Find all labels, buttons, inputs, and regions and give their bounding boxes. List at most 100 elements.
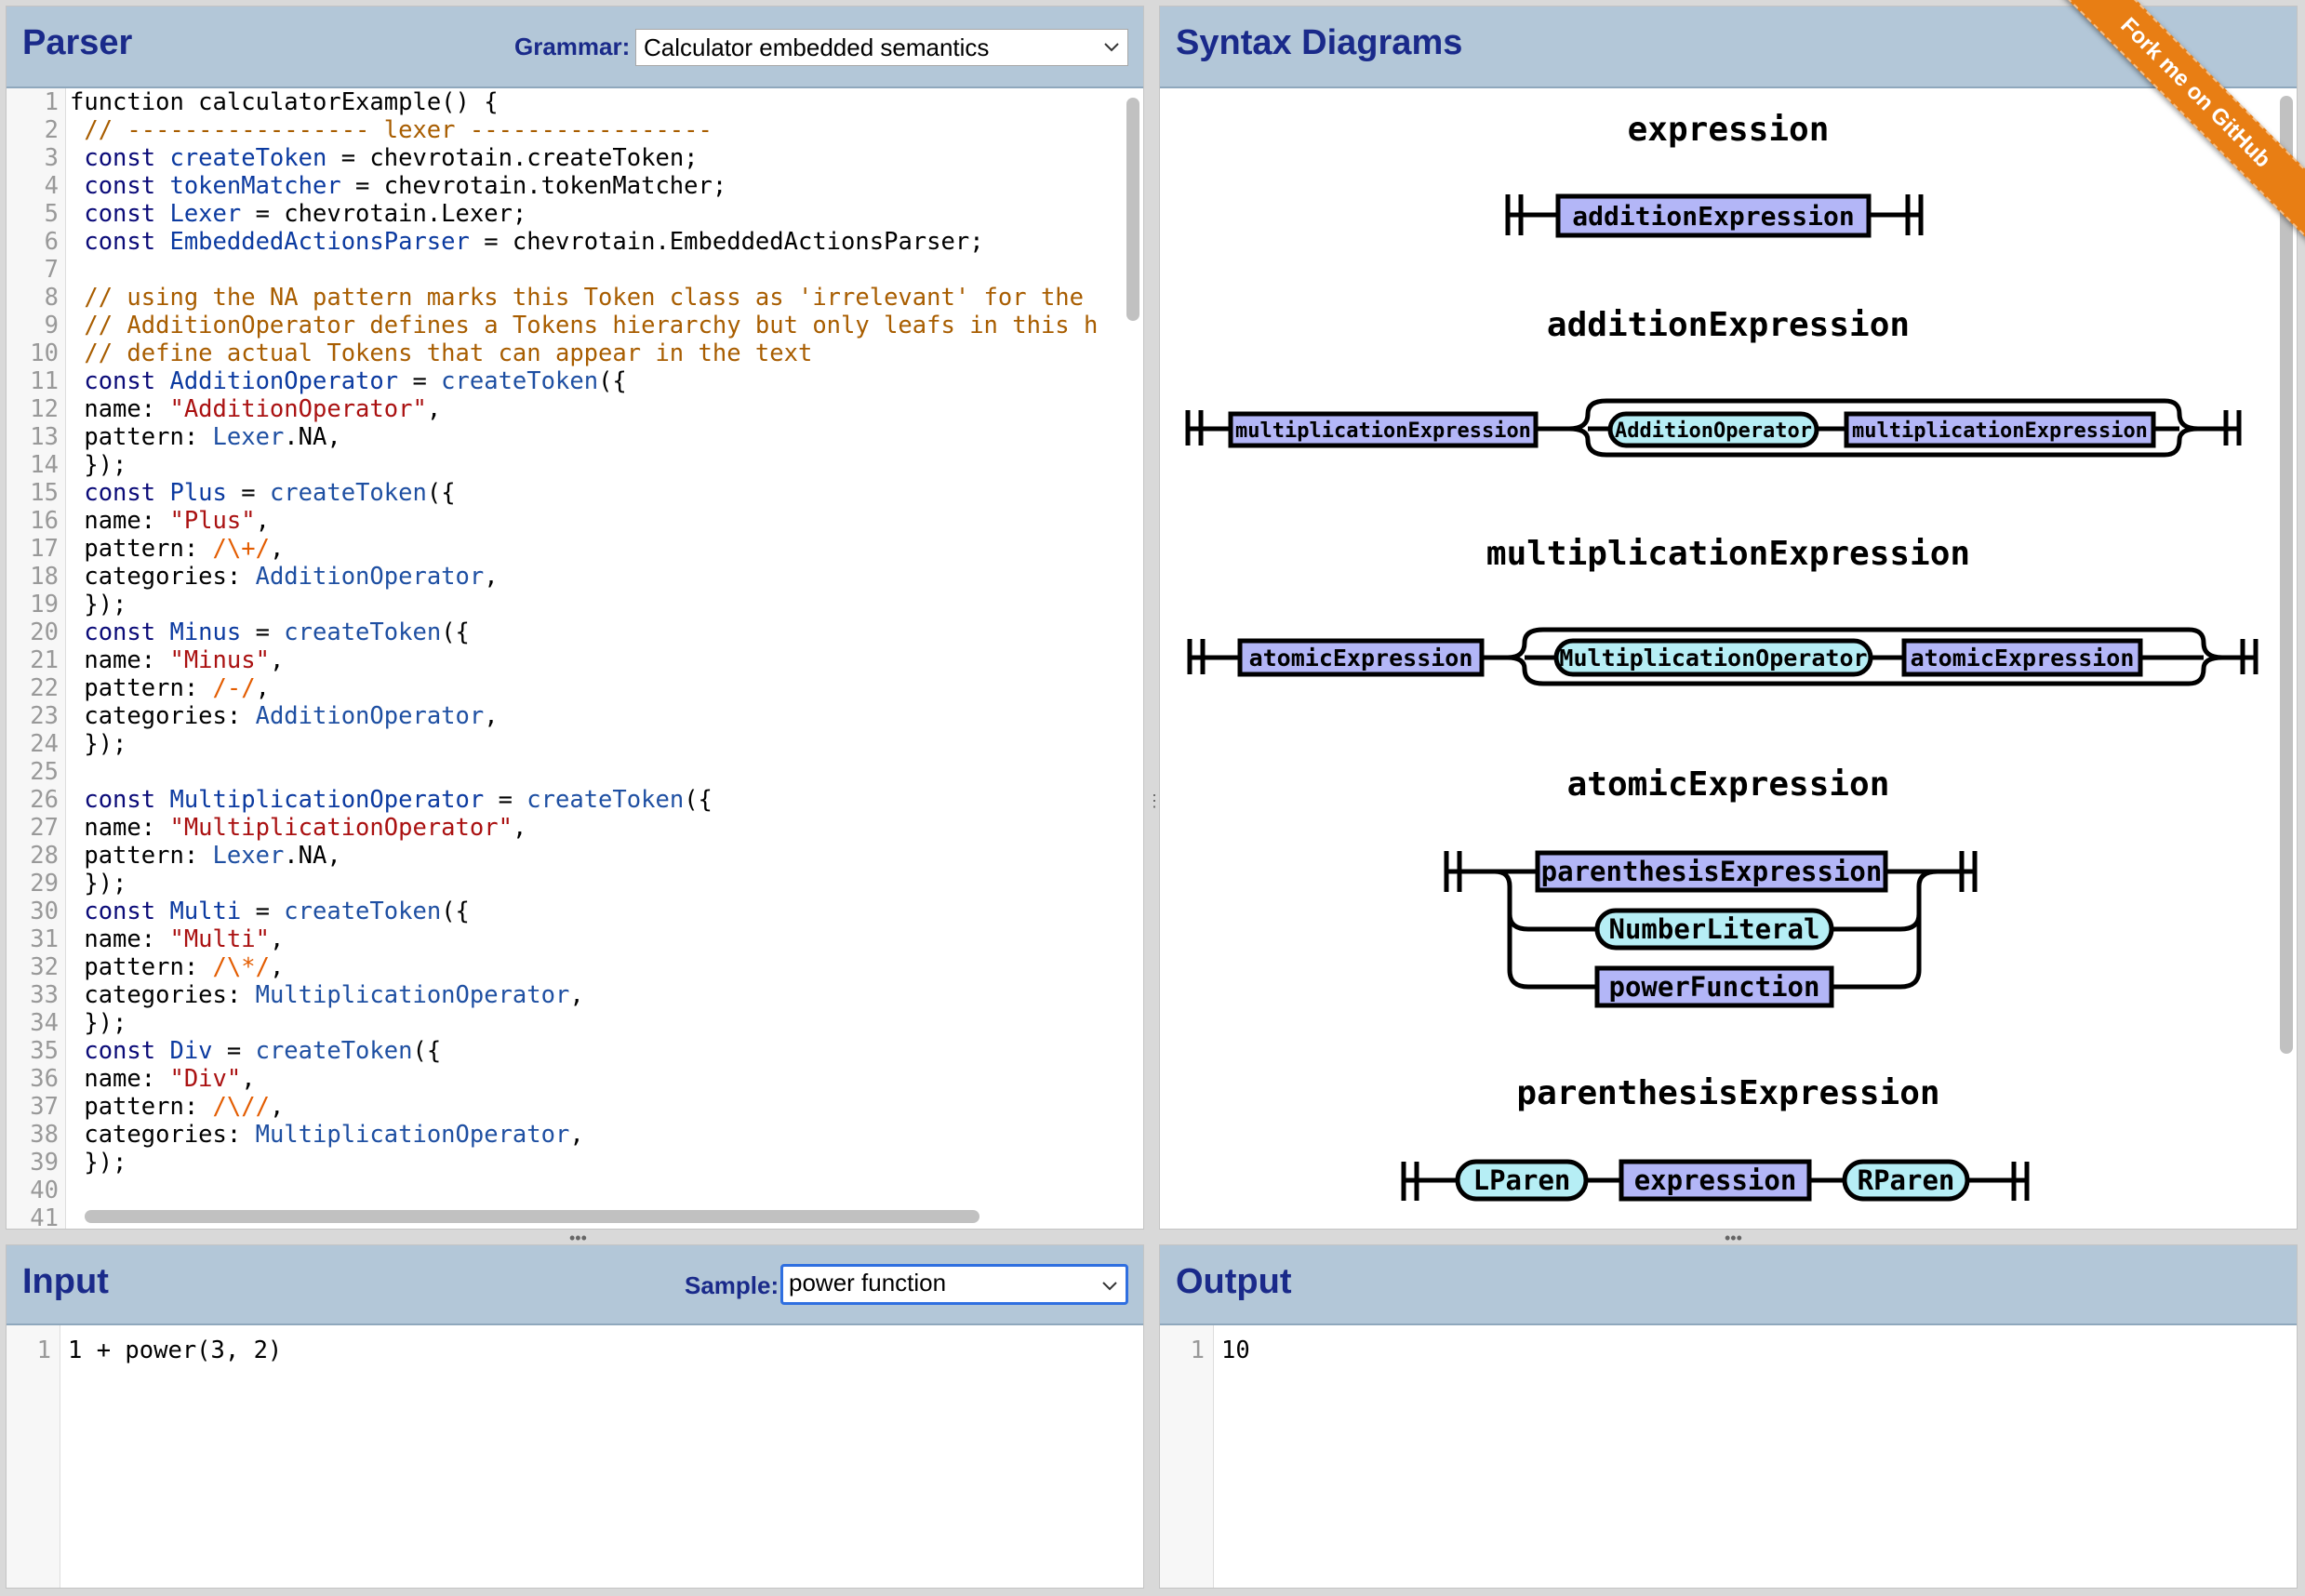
code-token: ,: [269, 1093, 285, 1121]
code-token: ,: [269, 925, 285, 953]
code-token: });: [70, 1009, 127, 1037]
code-line: const Multi = createToken({: [70, 898, 470, 925]
code-token: ,: [269, 646, 285, 674]
diagram-multiplication-expression: atomicExpression MultiplicationOperator …: [1187, 627, 2258, 686]
output-title: Output: [1176, 1262, 1292, 1301]
nonterminal-label: additionExpression: [1572, 201, 1854, 232]
grammar-code-editor[interactable]: 1 2 3 4 5 6 7 8 9 10 11 12 13 14 15 16 17 18 19 20 21 22 23 24 2…: [7, 88, 1143, 1229]
line-number: 6: [44, 228, 59, 256]
horizontal-splitter-handle-left[interactable]: •••: [569, 1230, 587, 1246]
terminal-label: RParen: [1858, 1164, 1955, 1196]
code-line: name: "Multi",: [70, 925, 284, 953]
nonterminal-label: expression: [1634, 1164, 1797, 1196]
input-text-area[interactable]: 1 + power(3, 2): [60, 1325, 1143, 1588]
code-line: const tokenMatcher = chevrotain.tokenMat…: [70, 172, 726, 200]
code-token: MultiplicationOperator: [255, 981, 570, 1009]
line-number: 23: [30, 702, 59, 730]
diagram-title-atomic: atomicExpression: [1566, 765, 1890, 804]
code-token: /\//: [212, 1093, 270, 1121]
output-header: Output: [1160, 1245, 2297, 1325]
code-line: name: "Minus",: [70, 646, 284, 674]
code-line: });: [70, 1009, 127, 1037]
chevron-down-icon: [1102, 1282, 1117, 1291]
parser-panel: Parser Grammar: Calculator embedded sema…: [6, 6, 1144, 1230]
code-line: const Div = createToken({: [70, 1037, 441, 1065]
line-number: 33: [30, 981, 59, 1009]
code-token: categories:: [70, 702, 256, 730]
line-number: 27: [30, 814, 59, 842]
code-token: pattern:: [70, 953, 213, 981]
parser-title: Parser: [22, 23, 133, 62]
code-token: function: [70, 88, 184, 116]
code-line: pattern: Lexer.NA,: [70, 842, 340, 870]
vertical-scrollbar[interactable]: [1126, 98, 1139, 321]
line-number: 9: [44, 312, 59, 339]
line-number: 12: [30, 395, 59, 423]
line-number: 34: [30, 1009, 59, 1037]
code-token: Lexer: [169, 200, 242, 228]
code-token: const: [70, 200, 170, 228]
code-token: // AdditionOperator defines a Tokens hie…: [70, 312, 1099, 339]
code-token: name:: [70, 925, 170, 953]
vertical-splitter-handle[interactable]: ⋮: [1146, 792, 1163, 809]
line-number: 29: [30, 870, 59, 898]
diagrams-title: Syntax Diagrams: [1176, 23, 1463, 62]
code-token: ({: [412, 1037, 442, 1065]
terminal-label: NumberLiteral: [1609, 913, 1820, 945]
line-number: 18: [30, 563, 59, 591]
line-number: 13: [30, 423, 59, 451]
nonterminal-label: parenthesisExpression: [1541, 856, 1883, 887]
code-token: const: [70, 618, 170, 646]
diagram-atomic-expression: parenthesisExpression NumberLiteral powe…: [1444, 850, 1978, 1008]
nonterminal-label: atomicExpression: [1249, 645, 1473, 672]
code-line: });: [70, 730, 127, 758]
sample-select[interactable]: power function: [780, 1264, 1128, 1305]
output-editor[interactable]: 1 10: [1160, 1325, 2297, 1588]
code-token: createToken: [441, 367, 599, 395]
line-number: 8: [44, 284, 59, 312]
line-number: 7: [44, 256, 59, 284]
grammar-select[interactable]: Calculator embedded semantics: [635, 29, 1128, 66]
diagram-title-addition: additionExpression: [1546, 306, 1911, 344]
line-number: 28: [30, 842, 59, 870]
line-number: 22: [30, 674, 59, 702]
line-number: 15: [30, 479, 59, 507]
code-token: name:: [70, 507, 170, 535]
output-text-area[interactable]: 10: [1214, 1325, 2297, 1588]
line-number: 26: [30, 786, 59, 814]
sample-label: Sample:: [685, 1271, 779, 1299]
code-token: const: [70, 786, 170, 814]
terminal-label: MultiplicationOperator: [1559, 645, 1867, 672]
code-token: pattern:: [70, 1093, 213, 1121]
code-token: const: [70, 479, 170, 507]
line-number: 39: [30, 1149, 59, 1177]
horizontal-splitter-handle-right[interactable]: •••: [1725, 1230, 1742, 1246]
code-token: AdditionOperator: [255, 702, 485, 730]
nonterminal-label: powerFunction: [1609, 971, 1820, 1003]
line-number: 2: [44, 116, 59, 144]
code-line: name: "Plus",: [70, 507, 270, 535]
code-token: ,: [241, 1065, 256, 1093]
code-token: const: [70, 898, 170, 925]
fork-me-github-link[interactable]: Fork me on GitHub: [2040, 0, 2305, 248]
code-token: /-/: [212, 674, 256, 702]
code-token: /\+/: [212, 535, 270, 563]
code-token: const: [70, 1037, 170, 1065]
grammar-selected-value: Calculator embedded semantics: [644, 33, 990, 61]
nonterminal-label: multiplicationExpression: [1852, 419, 2148, 443]
code-token: "AdditionOperator": [169, 395, 427, 423]
line-number: 20: [30, 618, 59, 646]
code-token: pattern:: [70, 423, 213, 451]
nonterminal-label: multiplicationExpression: [1235, 419, 1531, 443]
code-token: .NA,: [284, 423, 341, 451]
line-number: 17: [30, 535, 59, 563]
horizontal-scrollbar[interactable]: [85, 1210, 979, 1223]
code-token: Plus: [169, 479, 227, 507]
code-token: ({: [598, 367, 627, 395]
input-editor[interactable]: 1 1 + power(3, 2): [7, 1325, 1143, 1588]
code-token: "Div": [169, 1065, 242, 1093]
code-text-area[interactable]: function calculatorExample() { // ------…: [66, 88, 1143, 1229]
code-token: calculatorExample() {: [183, 88, 499, 116]
code-token: = chevrotain.EmbeddedActionsParser;: [469, 228, 984, 256]
code-line: const createToken = chevrotain.createTok…: [70, 144, 698, 172]
